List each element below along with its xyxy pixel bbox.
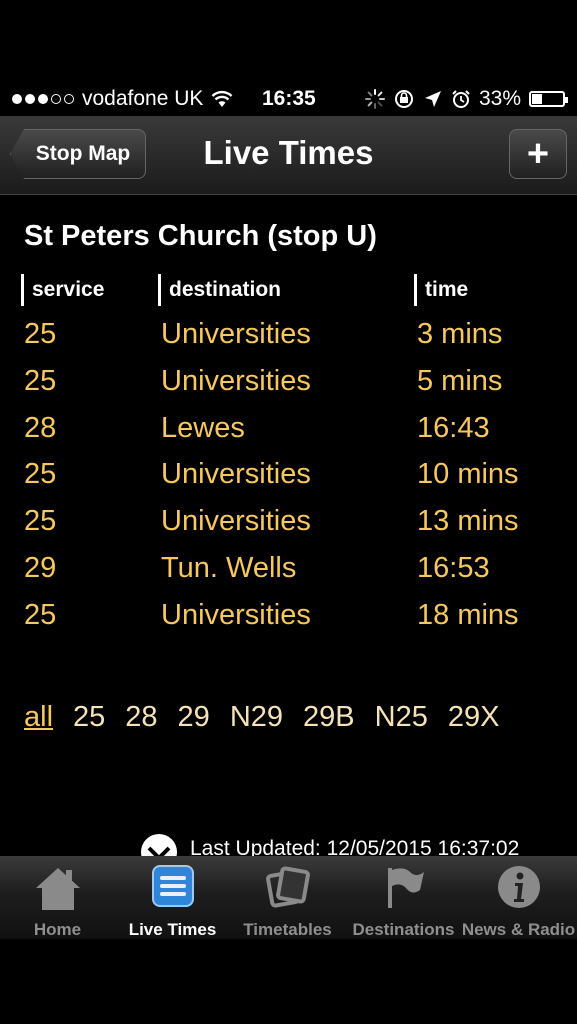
location-arrow-icon (424, 91, 441, 107)
filter-link-n25[interactable]: N25 (375, 697, 428, 737)
activity-spinner-icon (364, 89, 385, 109)
departure-row[interactable]: 28 Lewes 16:43 (0, 412, 577, 458)
filter-link-all[interactable]: all (24, 697, 53, 737)
tab-destinations[interactable]: Destinations (346, 856, 461, 940)
destination: Lewes (161, 412, 245, 444)
battery-percent: 33% (478, 87, 521, 110)
destination: Universities (161, 318, 311, 350)
refresh-icon[interactable] (140, 834, 178, 856)
destination: Universities (161, 505, 311, 537)
alarm-icon (452, 90, 470, 108)
departure-row[interactable]: 25 Universities 13 mins (0, 505, 577, 551)
column-header-time: time (414, 274, 468, 306)
column-header-destination: destination (158, 274, 281, 306)
last-updated: Last Updated: 12/05/2015 16:37:02 (140, 834, 519, 856)
navigation-bar: Stop Map Live Times + (0, 116, 577, 195)
add-button[interactable]: + (509, 129, 567, 179)
tab-label: News & Radio (461, 920, 576, 939)
tab-label: Live Times (128, 920, 217, 939)
departure-time: 16:43 (417, 412, 490, 444)
service-number: 25 (24, 318, 57, 350)
filter-link-25[interactable]: 25 (73, 697, 105, 737)
live-times-icon (151, 865, 194, 907)
service-number: 25 (24, 505, 57, 537)
departure-time: 5 mins (417, 365, 503, 397)
service-filter-list: all 25 28 29 N29 29B N25 29X (24, 697, 544, 737)
clock: 16:35 (262, 87, 316, 110)
departure-row[interactable]: 29 Tun. Wells 16:53 (0, 552, 577, 598)
departure-time: 10 mins (417, 458, 519, 490)
home-icon (35, 868, 80, 910)
destination: Universities (161, 365, 311, 397)
info-icon (497, 866, 540, 908)
timetables-icon (265, 866, 310, 908)
destinations-flag-icon (387, 868, 424, 908)
battery-icon (529, 91, 568, 107)
stop-title: St Peters Church (stop U) (24, 220, 377, 252)
status-bar: vodafone UK 16:35 33% (0, 82, 577, 116)
page-title: Live Times (203, 134, 374, 171)
service-number: 25 (24, 599, 57, 631)
tab-news-radio[interactable]: News & Radio (461, 856, 576, 940)
filter-link-29b[interactable]: 29B (303, 697, 355, 737)
service-number: 28 (24, 412, 57, 444)
service-number: 25 (24, 365, 57, 397)
rotation-lock-icon (394, 90, 413, 108)
tab-home[interactable]: Home (0, 856, 115, 940)
departure-row[interactable]: 25 Universities 5 mins (0, 365, 577, 411)
filter-link-29[interactable]: 29 (178, 697, 210, 737)
departure-time: 16:53 (417, 552, 490, 584)
departure-row[interactable]: 25 Universities 18 mins (0, 599, 577, 645)
tab-bar: Home Live Times Timetables Destinations … (0, 856, 577, 1024)
filter-link-n29[interactable]: N29 (230, 697, 283, 737)
service-number: 29 (24, 552, 57, 584)
tab-label: Timetables (243, 920, 332, 939)
tab-timetables[interactable]: Timetables (230, 856, 345, 940)
tab-label: Destinations (352, 920, 455, 939)
service-number: 25 (24, 458, 57, 490)
signal-strength-icon (12, 94, 74, 104)
tab-label: Home (33, 920, 82, 939)
departure-row[interactable]: 25 Universities 10 mins (0, 458, 577, 504)
wifi-icon (212, 90, 233, 107)
departure-row[interactable]: 25 Universities 3 mins (0, 318, 577, 364)
tab-live-times[interactable]: Live Times (115, 856, 230, 940)
departure-time: 3 mins (417, 318, 503, 350)
filter-link-28[interactable]: 28 (125, 697, 157, 737)
destination: Universities (161, 458, 311, 490)
destination: Tun. Wells (161, 552, 297, 584)
departure-time: 13 mins (417, 505, 519, 537)
departure-time: 18 mins (417, 599, 519, 631)
carrier-name: vodafone UK (82, 87, 204, 110)
last-updated-text: Last Updated: 12/05/2015 16:37:02 (190, 837, 520, 856)
destination: Universities (161, 599, 311, 631)
column-header-service: service (21, 274, 104, 306)
filter-link-29x[interactable]: 29X (448, 697, 500, 737)
